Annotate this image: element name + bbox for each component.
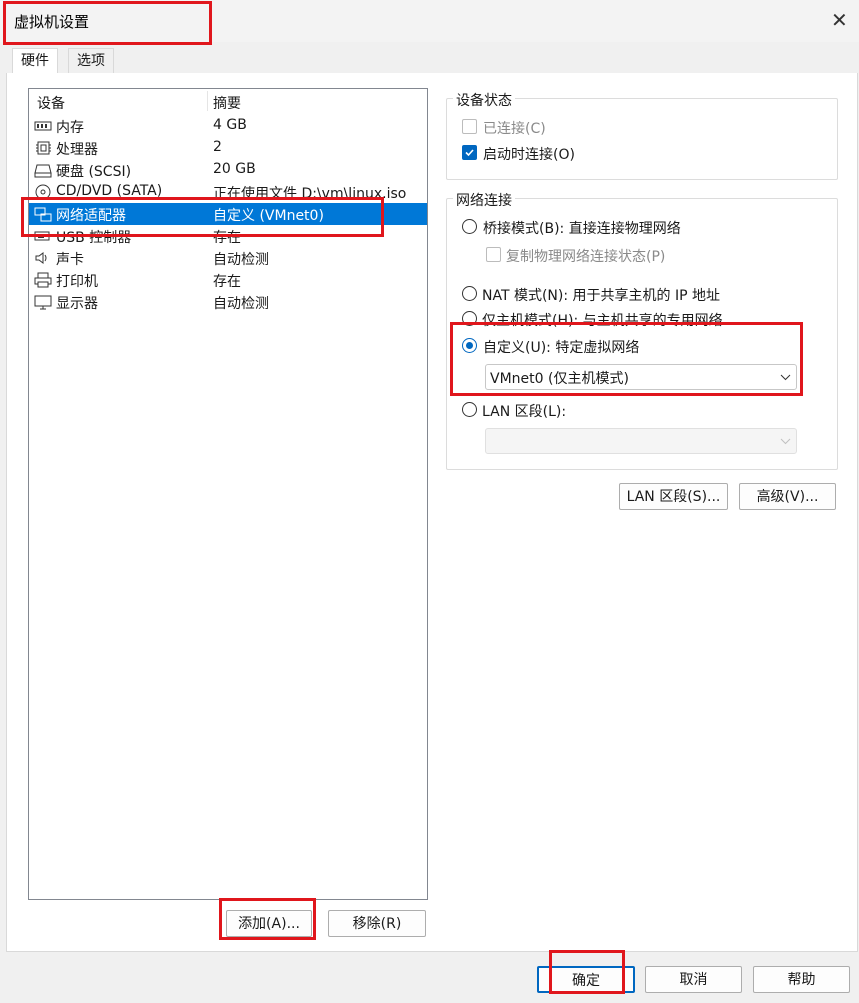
device-row-sound[interactable]: 声卡 自动检测 [29, 247, 427, 269]
device-summary: 自动检测 [213, 296, 269, 312]
column-separator[interactable] [207, 91, 208, 111]
device-name: 内存 [56, 120, 84, 136]
annotation-box-custom-network [450, 322, 803, 396]
column-header-summary[interactable]: 摘要 [213, 93, 241, 113]
sound-icon [35, 252, 47, 264]
lan-segment-label: LAN 区段(L): [482, 404, 567, 420]
tab-hardware[interactable]: 硬件 [12, 48, 58, 74]
annotation-box-add-button [219, 898, 316, 940]
device-summary: 2 [213, 139, 222, 155]
device-summary: 存在 [213, 274, 241, 290]
annotation-box-network-adapter [21, 197, 384, 237]
connect-at-power-on-label: 启动时连接(O) [483, 147, 575, 163]
device-row-memory[interactable]: 内存 4 GB [29, 115, 427, 137]
device-row-display[interactable]: 显示器 自动检测 [29, 291, 427, 313]
replicate-state-label: 复制物理网络连接状态(P) [506, 249, 666, 265]
device-summary: 自动检测 [213, 252, 269, 268]
nat-radio[interactable] [462, 286, 477, 301]
close-icon[interactable]: ✕ [831, 8, 848, 32]
chevron-down-icon [780, 438, 791, 445]
device-name: 处理器 [56, 142, 98, 158]
remove-button[interactable]: 移除(R) [328, 910, 426, 937]
device-summary: 4 GB [213, 117, 247, 133]
printer-icon [34, 272, 52, 288]
network-connection-title: 网络连接 [453, 190, 515, 210]
tab-options-label: 选项 [77, 53, 105, 69]
advanced-button[interactable]: 高级(V)... [739, 483, 836, 510]
connect-at-power-on-checkbox[interactable] [462, 145, 477, 160]
device-status-group [446, 98, 838, 180]
bridged-radio[interactable] [462, 219, 477, 234]
replicate-state-checkbox[interactable] [486, 247, 501, 262]
device-name: 显示器 [56, 296, 98, 312]
display-icon [34, 295, 52, 310]
device-name: 打印机 [56, 274, 98, 290]
cpu-icon [36, 141, 51, 155]
tab-options[interactable]: 选项 [68, 48, 114, 73]
annotation-box-title [3, 1, 212, 45]
device-name: 硬盘 (SCSI) [56, 164, 132, 180]
device-status-title: 设备状态 [453, 90, 515, 110]
column-header-device[interactable]: 设备 [37, 93, 65, 113]
device-summary: 20 GB [213, 161, 256, 177]
connected-checkbox[interactable] [462, 119, 477, 134]
check-icon [465, 149, 474, 157]
annotation-box-ok-button [549, 950, 625, 994]
lan-segment-radio[interactable] [462, 402, 477, 417]
harddisk-icon [34, 164, 52, 178]
lan-segments-button[interactable]: LAN 区段(S)... [619, 483, 728, 510]
device-row-cpu[interactable]: 处理器 2 [29, 137, 427, 159]
device-name: 声卡 [56, 252, 84, 268]
connected-label: 已连接(C) [483, 121, 546, 137]
device-row-harddisk[interactable]: 硬盘 (SCSI) 20 GB [29, 159, 427, 181]
cancel-button[interactable]: 取消 [645, 966, 742, 993]
device-row-printer[interactable]: 打印机 存在 [29, 269, 427, 291]
help-button[interactable]: 帮助 [753, 966, 850, 993]
memory-icon [34, 121, 52, 131]
tab-hardware-label: 硬件 [21, 53, 49, 69]
device-list-header: 设备 摘要 [29, 89, 427, 113]
lan-segment-select[interactable] [485, 428, 797, 454]
bridged-label: 桥接模式(B): 直接连接物理网络 [483, 221, 681, 237]
nat-label: NAT 模式(N): 用于共享主机的 IP 地址 [482, 288, 720, 304]
